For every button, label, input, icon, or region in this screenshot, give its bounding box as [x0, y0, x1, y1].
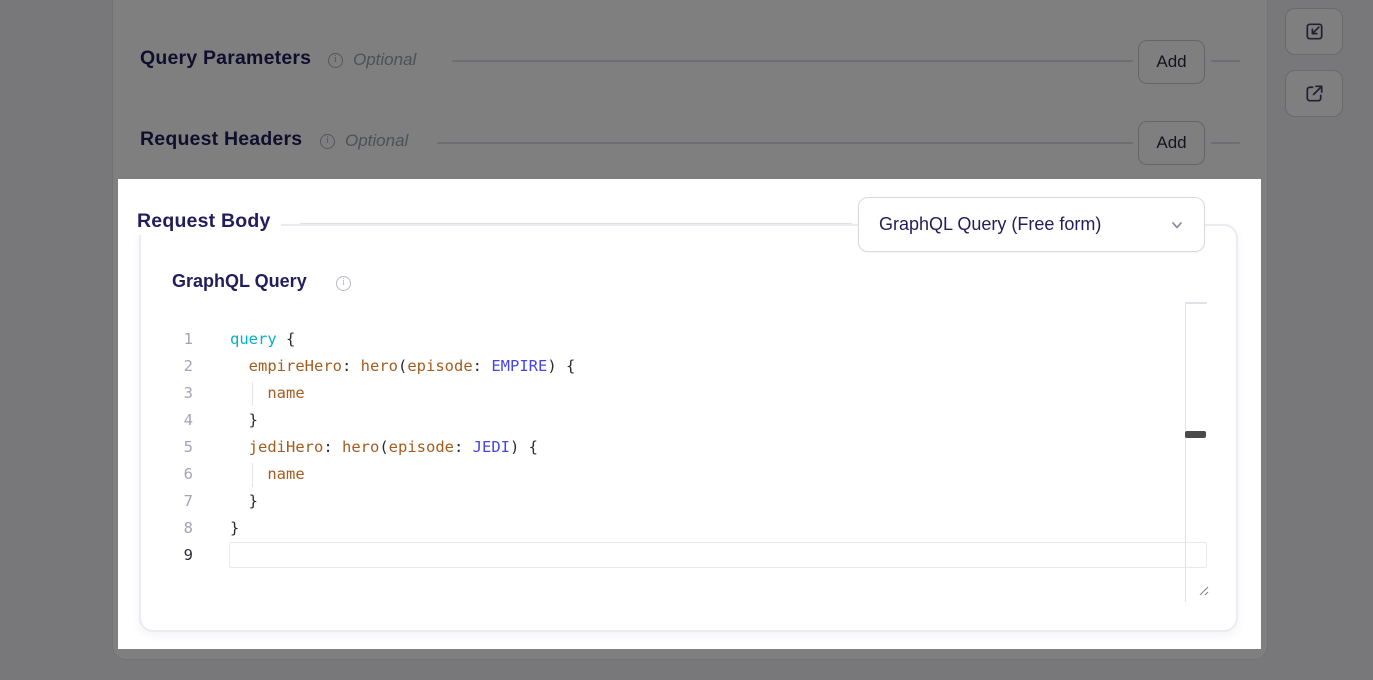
chevron-down-icon [1168, 216, 1186, 234]
scrollbar-thumb[interactable] [1185, 431, 1206, 438]
resize-grip-icon[interactable] [1196, 583, 1210, 597]
overlay-scrim-top [0, 0, 1373, 179]
body-type-select[interactable]: GraphQL Query (Free form) [858, 197, 1205, 252]
graphql-query-label: GraphQL Query [172, 271, 307, 292]
overlay-scrim-left [0, 179, 118, 649]
line-number: 9 [160, 542, 193, 569]
scrollbar-track-cap [1185, 302, 1207, 304]
code-line[interactable]: name [230, 461, 575, 488]
request-body-label: Request Body [137, 208, 281, 235]
body-type-selected-value: GraphQL Query (Free form) [879, 214, 1168, 235]
code-line[interactable]: name [230, 380, 575, 407]
line-number-gutter: 123456789 [160, 326, 193, 569]
scrollbar-track [1185, 302, 1186, 602]
line-number: 2 [160, 353, 193, 380]
line-number: 5 [160, 434, 193, 461]
code-line[interactable]: } [230, 515, 575, 542]
code-content[interactable]: query { empireHero: hero(episode: EMPIRE… [230, 326, 575, 569]
line-number: 7 [160, 488, 193, 515]
code-line[interactable] [230, 542, 575, 569]
line-number: 8 [160, 515, 193, 542]
code-line[interactable]: jediHero: hero(episode: JEDI) { [230, 434, 575, 461]
line-number: 4 [160, 407, 193, 434]
code-line[interactable]: empireHero: hero(episode: EMPIRE) { [230, 353, 575, 380]
overlay-scrim-bottom [0, 649, 1373, 680]
graphql-query-info-icon[interactable]: i [336, 276, 351, 291]
code-line[interactable]: query { [230, 326, 575, 353]
code-line[interactable]: } [230, 488, 575, 515]
code-line[interactable]: } [230, 407, 575, 434]
line-number: 1 [160, 326, 193, 353]
overlay-scrim-right [1261, 179, 1373, 649]
line-number: 3 [160, 380, 193, 407]
line-number: 6 [160, 461, 193, 488]
